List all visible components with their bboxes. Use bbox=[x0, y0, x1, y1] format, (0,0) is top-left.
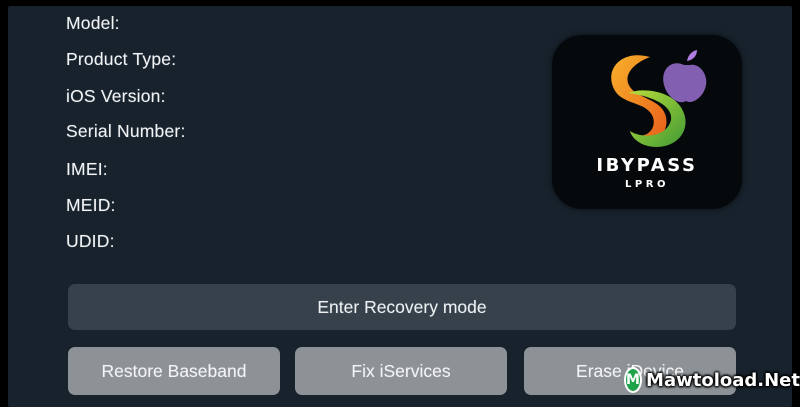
info-row-serial-number: Serial Number: bbox=[66, 121, 192, 142]
info-row-udid: UDID: bbox=[66, 231, 121, 252]
restore-baseband-button[interactable]: Restore Baseband bbox=[68, 347, 280, 395]
fix-iservices-button[interactable]: Fix iServices bbox=[295, 347, 507, 395]
info-label-model: Model: bbox=[66, 13, 120, 33]
info-row-imei: IMEI: bbox=[66, 159, 114, 180]
apple-mark-icon bbox=[663, 50, 707, 103]
watermark-logo-icon: M bbox=[624, 367, 643, 393]
watermark-text: Mawtoload.Net bbox=[646, 369, 800, 391]
info-row-model: Model: bbox=[66, 13, 126, 34]
app-logo: IBYPASS LPRO bbox=[552, 35, 742, 209]
info-row-ios-version: iOS Version: bbox=[66, 86, 172, 107]
info-row-meid: MEID: bbox=[66, 195, 122, 216]
app-window: Model: Product Type: iOS Version: Serial… bbox=[8, 6, 792, 407]
info-label-ios-version: iOS Version: bbox=[66, 86, 166, 106]
watermark: M Mawtoload.Net bbox=[624, 360, 800, 400]
logo-name: IBYPASS bbox=[596, 155, 698, 176]
ibypass-swirl-icon bbox=[611, 50, 707, 147]
info-label-product-type: Product Type: bbox=[66, 49, 177, 69]
info-row-product-type: Product Type: bbox=[66, 49, 182, 70]
info-label-meid: MEID: bbox=[66, 195, 116, 215]
logo-subname: LPRO bbox=[625, 179, 669, 190]
info-label-udid: UDID: bbox=[66, 231, 115, 251]
enter-recovery-mode-button[interactable]: Enter Recovery mode bbox=[68, 284, 736, 330]
info-label-imei: IMEI: bbox=[66, 159, 108, 179]
info-label-serial-number: Serial Number: bbox=[66, 121, 186, 141]
